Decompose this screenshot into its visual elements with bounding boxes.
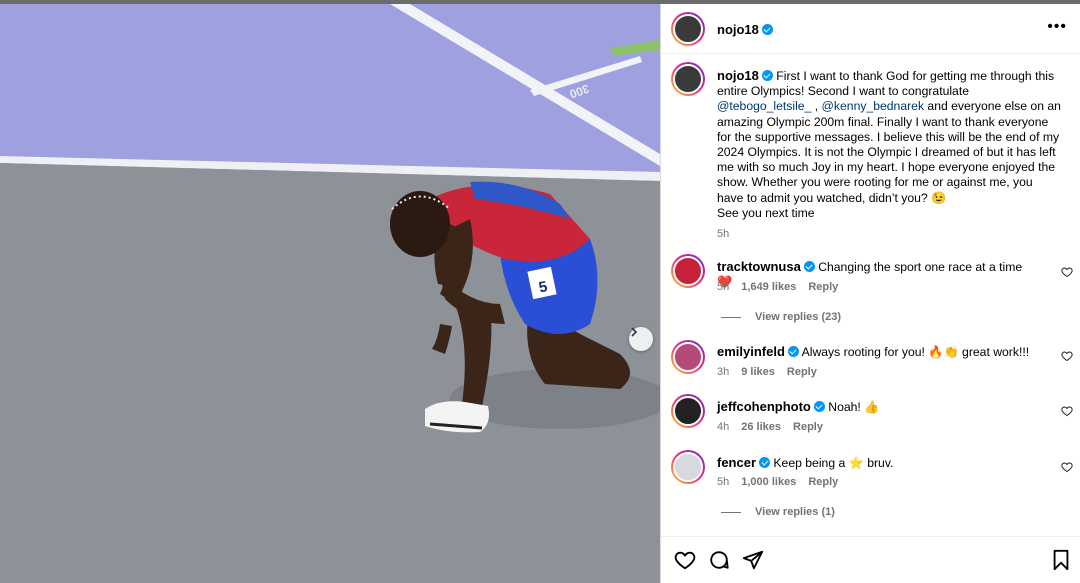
comment-text: Always rooting for you! 🔥👏 great work!!! [801,345,1030,359]
comment-meta: 4h 26 likes Reply [717,421,823,433]
verified-badge-icon [787,346,799,357]
comment-icon[interactable] [708,549,730,571]
share-icon[interactable] [742,549,764,571]
post-action-bar [661,536,1080,583]
comment-likes[interactable]: 26 likes [741,421,781,433]
bookmark-icon[interactable] [1050,549,1072,571]
reply-button[interactable]: Reply [787,366,817,378]
comment-time: 5h [717,281,730,293]
athlete-photo-illustration: 300 5 [0,4,660,583]
like-comment-heart-icon[interactable] [1061,405,1073,417]
author-username[interactable]: nojo18 [717,22,759,37]
like-comment-heart-icon[interactable] [1061,350,1073,362]
view-replies-button[interactable]: View replies (1) [721,506,835,518]
comment-text: Noah! 👍 [828,400,880,414]
commenter-avatar[interactable] [671,394,705,428]
caption-text: See you next time [717,205,815,220]
caption-author-avatar[interactable] [671,62,705,96]
post-header: nojo18 ••• [661,4,1080,54]
comment-text: Keep being a ⭐ bruv. [773,456,894,470]
mention-link[interactable]: @kenny_bednarek [822,99,925,113]
post-photo: 300 5 [0,4,660,583]
comment-likes[interactable]: 1,649 likes [741,281,796,293]
like-comment-heart-icon[interactable] [1061,461,1073,473]
verified-badge-icon [761,24,773,35]
more-horizontal-icon[interactable]: ••• [1047,18,1067,36]
post-side-panel: nojo18 ••• nojo18 First I want to thank … [660,4,1080,583]
commenter-avatar[interactable] [671,254,705,288]
mention-link[interactable]: @tebogo_letsile_ [717,99,811,113]
verified-badge-icon [813,401,825,412]
verified-badge-icon [759,457,771,468]
commenter-avatar[interactable] [671,450,705,484]
commenter-username[interactable]: tracktownusa [717,259,801,274]
reply-button[interactable]: Reply [793,421,823,433]
reply-button[interactable]: Reply [808,476,838,488]
verified-badge-icon [761,70,773,81]
next-image-button[interactable] [629,327,653,351]
comment-likes[interactable]: 9 likes [741,366,775,378]
author-avatar[interactable] [671,12,705,46]
post-caption: nojo18 First I want to thank God for get… [717,68,1062,242]
caption-text: , [811,99,822,114]
comment-body: emilyinfeld Always rooting for you! 🔥👏 g… [717,344,1037,360]
commenter-username[interactable]: emilyinfeld [717,344,785,359]
commenter-avatar[interactable] [671,340,705,374]
reply-button[interactable]: Reply [808,281,838,293]
comment-time: 5h [717,476,730,488]
view-replies-button[interactable]: View replies (23) [721,311,841,323]
like-comment-heart-icon[interactable] [1061,266,1073,278]
comment-body: fencer Keep being a ⭐ bruv. [717,455,1037,471]
comment-time: 4h [717,421,730,433]
author-name-row: nojo18 [717,21,773,39]
heart-icon[interactable] [674,549,696,571]
comment-body: jeffcohenphoto Noah! 👍 [717,399,1037,415]
chevron-right-icon [631,327,638,337]
commenter-username[interactable]: jeffcohenphoto [717,399,811,414]
comment-time: 3h [717,366,730,378]
verified-badge-icon [803,261,815,272]
commenter-username[interactable]: fencer [717,455,756,470]
comment-meta: 3h 9 likes Reply [717,366,817,378]
caption-username[interactable]: nojo18 [717,68,759,83]
comment-meta: 5h 1,000 likes Reply [717,476,838,488]
comment-meta: 5h 1,649 likes Reply [717,281,838,293]
caption-text: and everyone else on an amazing Olympic … [717,99,1061,205]
post-timestamp: 5h [717,228,730,241]
comment-likes[interactable]: 1,000 likes [741,476,796,488]
